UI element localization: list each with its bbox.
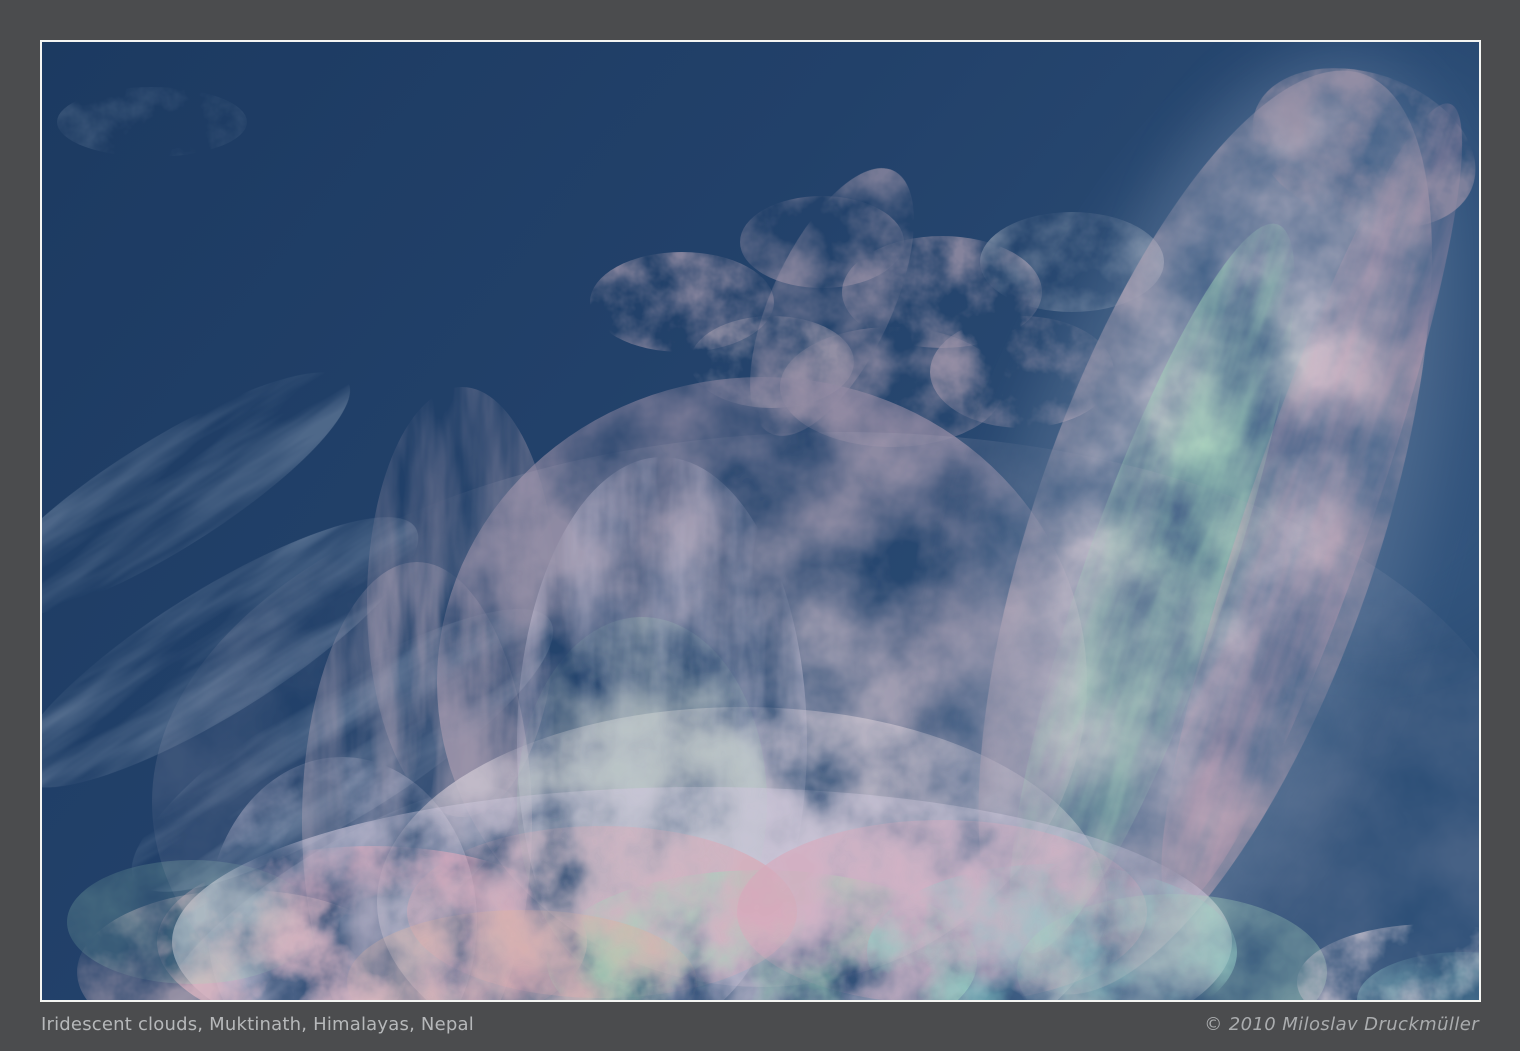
photo-credit: © 2010 Miloslav Druckmüller: [1204, 1014, 1479, 1035]
photo-title: Iridescent clouds, Muktinath, Himalayas,…: [41, 1014, 474, 1035]
page-frame: Iridescent clouds, Muktinath, Himalayas,…: [0, 0, 1520, 1051]
caption-bar: Iridescent clouds, Muktinath, Himalayas,…: [41, 1002, 1481, 1051]
cloud-photo-canvas: [42, 42, 1479, 1000]
photograph: [40, 40, 1481, 1002]
cloud-wisp-topleft: [57, 87, 247, 157]
